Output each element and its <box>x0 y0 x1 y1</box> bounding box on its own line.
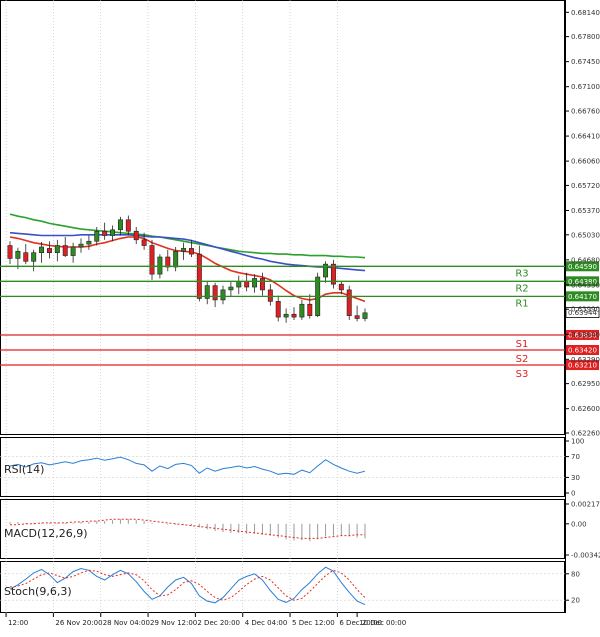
price-tick-label: 0.65720 <box>571 182 600 190</box>
candle-body <box>141 239 147 246</box>
candle-body <box>39 246 45 253</box>
pivot-label: S1 <box>516 339 529 350</box>
candle-body <box>267 289 273 302</box>
stoch-label: Stoch(9,6,3) <box>4 585 72 598</box>
candle-body <box>346 289 352 316</box>
candle-body <box>181 248 187 252</box>
candle-body <box>102 230 108 236</box>
x-tick-label: 10 Dec 00:00 <box>359 619 406 627</box>
candle-body <box>117 219 123 231</box>
candle-body <box>78 243 84 248</box>
price-tick-label: 0.65030 <box>571 231 600 239</box>
candle-body <box>252 278 258 288</box>
candle-body <box>212 285 218 301</box>
price-tick-label: 0.63990 <box>571 306 600 314</box>
pivot-label: S3 <box>516 369 529 380</box>
price-tick-label: 0.68140 <box>571 9 600 17</box>
candle-body <box>15 250 21 259</box>
x-tick-label: 12:00 <box>8 619 28 627</box>
pivot-label: R1 <box>515 298 528 309</box>
pivot-value-label: 0.63420 <box>568 347 597 355</box>
candle-body <box>165 256 171 268</box>
macd-tick-label: 0.00 <box>571 520 587 528</box>
candle-body <box>228 286 234 291</box>
x-tick-label: 28 Nov 04:00 <box>103 619 150 627</box>
pivot-label: S2 <box>516 354 529 365</box>
rsi-label: RSI(14) <box>4 463 44 476</box>
candle-body <box>291 313 297 318</box>
price-tick-label: 0.67100 <box>571 83 600 91</box>
price-tick-label: 0.62600 <box>571 405 600 413</box>
x-tick-label: 26 Nov 20:00 <box>55 619 102 627</box>
candle-body <box>86 240 92 245</box>
price-tick-label: 0.67800 <box>571 33 600 41</box>
stoch-tick-label: 20 <box>571 597 580 605</box>
rsi-tick-label: 30 <box>571 474 580 482</box>
x-tick-label: 5 Dec 12:00 <box>292 619 335 627</box>
x-tick-label: 4 Dec 04:00 <box>245 619 288 627</box>
rsi-tick-label: 0 <box>571 490 575 498</box>
price-tick-label: 0.66060 <box>571 158 600 166</box>
candle-body <box>7 245 13 259</box>
price-tick-label: 0.66410 <box>571 133 600 141</box>
candle-body <box>46 248 52 253</box>
candle-body <box>188 248 194 255</box>
candle-body <box>244 281 250 288</box>
candle-body <box>133 230 139 241</box>
price-tick-label: 0.64680 <box>571 256 600 264</box>
forex-chart: R3 0.64590 R2 0.64380 R1 0.64170 S1 0.63630 S2 0.… <box>0 0 600 633</box>
candle-body <box>23 252 29 262</box>
macd-label: MACD(12,26,9) <box>4 527 88 540</box>
candle-body <box>62 245 68 256</box>
price-tick-label: 0.62260 <box>571 430 600 438</box>
pivot-value-label: 0.64170 <box>568 293 597 301</box>
candle-body <box>31 252 37 262</box>
candle-body <box>220 289 226 301</box>
x-tick-label: 2 Dec 20:00 <box>197 619 240 627</box>
candle-body <box>354 315 360 319</box>
stoch-tick-label: 80 <box>571 570 580 578</box>
candle-body <box>307 303 313 316</box>
macd-tick-label: 0.002171 <box>571 501 600 509</box>
candle-body <box>173 250 179 268</box>
candle-body <box>275 301 281 318</box>
candle-body <box>70 246 76 256</box>
candle-body <box>110 229 116 236</box>
candle-body <box>338 283 344 291</box>
price-tick-label: 0.66760 <box>571 108 600 116</box>
rsi-tick-label: 70 <box>571 453 580 461</box>
candle-body <box>299 303 305 318</box>
candle-body <box>125 219 131 232</box>
rsi-tick-label: 100 <box>571 438 584 446</box>
candle-body <box>54 245 60 253</box>
price-tick-label: 0.64330 <box>571 281 600 289</box>
price-tick-label: 0.65370 <box>571 207 600 215</box>
candle-body <box>259 278 265 291</box>
price-tick-label: 0.63640 <box>571 331 600 339</box>
macd-tick-label: -0.003423 <box>571 552 600 560</box>
candle-body <box>236 281 242 288</box>
candle-body <box>283 313 289 318</box>
pivot-label: R3 <box>515 268 528 279</box>
candle-body <box>149 245 155 275</box>
x-tick-label: 29 Nov 12:00 <box>150 619 197 627</box>
chart-svg: R30.64590R20.64380R10.64170S10.63630S20.… <box>0 0 600 633</box>
pivot-label: R2 <box>515 283 528 294</box>
price-tick-label: 0.63290 <box>571 356 600 364</box>
candle-body <box>362 312 368 319</box>
price-tick-label: 0.67450 <box>571 58 600 66</box>
candle-body <box>157 256 163 275</box>
candle-body <box>94 230 100 242</box>
candle-body <box>196 253 202 299</box>
price-tick-label: 0.62950 <box>571 380 600 388</box>
